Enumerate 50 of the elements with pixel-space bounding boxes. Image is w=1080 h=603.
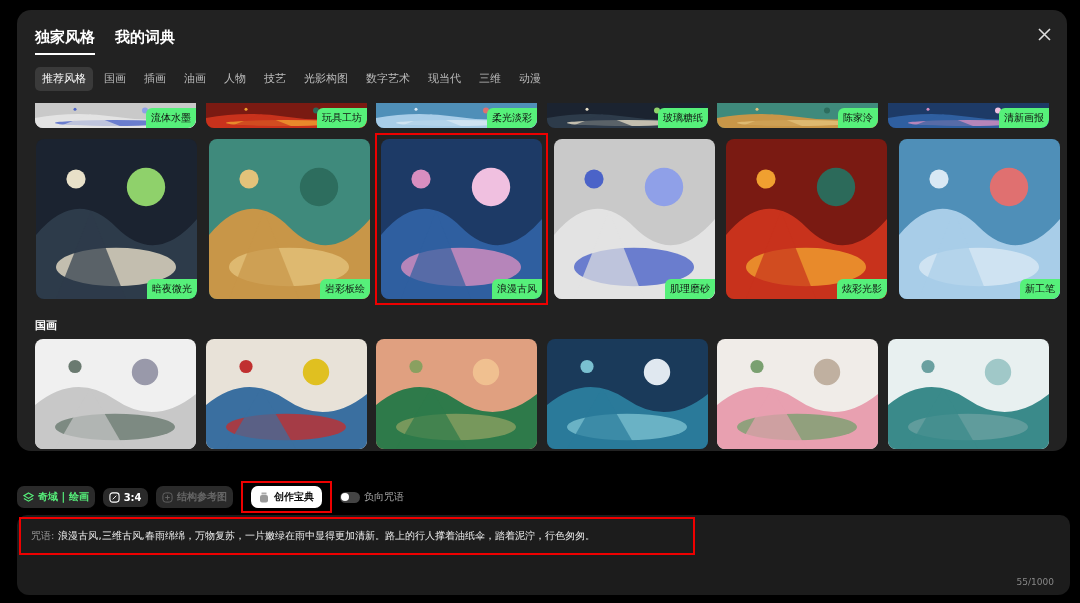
negative-label: 负向咒语 (363, 490, 404, 505)
style-tag: 暗夜微光 (147, 279, 197, 299)
handbook-button[interactable]: 创作宝典 (250, 486, 322, 509)
style-tag: 清新画报 (998, 108, 1049, 128)
style-card[interactable]: 肌理磨砂 (553, 139, 715, 299)
style-card[interactable]: 清新画报 (887, 103, 1049, 128)
style-card[interactable]: 流体水墨 (35, 103, 196, 128)
style-tag: 玩具工坊 (316, 108, 367, 128)
style-tag: 岩彩板绘 (319, 279, 370, 299)
style-tag: 柔光淡彩 (487, 108, 537, 128)
ratio-selector[interactable]: 3:4 (102, 487, 148, 507)
ratio-icon (108, 491, 120, 503)
style-card[interactable]: 玩具工坊 (205, 103, 367, 128)
style-tag: 肌理磨砂 (664, 279, 715, 299)
style-card[interactable]: 新工笔 (898, 139, 1060, 299)
category-chip[interactable]: 三维 (472, 67, 508, 91)
model-label: 奇域 | 绘画 (38, 490, 89, 505)
close-icon[interactable] (1036, 26, 1053, 43)
dialog-tab[interactable]: 独家风格 (35, 28, 95, 55)
category-chip[interactable]: 技艺 (257, 67, 293, 91)
model-selector[interactable]: 奇域 | 绘画 (17, 486, 95, 509)
style-tag: 新工笔 (1019, 279, 1060, 299)
layers-icon (23, 491, 34, 503)
style-tag: 陈家泠 (838, 108, 878, 128)
char-counter: 55/1000 (1016, 577, 1055, 589)
style-card[interactable]: 柔光淡彩 (376, 103, 537, 128)
style-card[interactable]: 陈家泠 (717, 103, 878, 128)
style-tag: 炫彩光影 (837, 279, 887, 299)
category-chip[interactable]: 人物 (217, 67, 253, 91)
style-tag: 玻璃糖纸 (657, 108, 708, 128)
plus-icon (161, 491, 173, 503)
negative-toggle[interactable] (339, 491, 360, 503)
style-card[interactable]: 炫彩光影 (726, 139, 887, 299)
category-chip[interactable]: 光影构图 (297, 67, 355, 91)
category-chip[interactable]: 现当代 (421, 67, 468, 91)
category-chip[interactable]: 国画 (97, 67, 133, 91)
style-card[interactable]: 玻璃糖纸 (546, 103, 708, 128)
category-chip[interactable]: 推荐风格 (35, 67, 93, 91)
category-chip[interactable]: 动漫 (512, 67, 548, 91)
style-tag: 流体水墨 (146, 108, 196, 128)
style-card[interactable]: 暗夜微光 (36, 139, 197, 299)
style-tag: 浪漫古风 (492, 279, 542, 299)
dialog-tab[interactable]: 我的词典 (115, 28, 175, 55)
prompt-field[interactable]: 咒语: 浪漫古风,三维古风,春雨绵绵，万物复苏，一片嫩绿在雨中显得更加清新。路上的行人撑着油纸伞，踏着泥泞，行色匆匆。 (19, 517, 695, 556)
jar-icon (258, 491, 269, 503)
category-chip[interactable]: 数字艺术 (359, 67, 417, 91)
section-title: 国画 (35, 318, 58, 333)
style-card[interactable]: 岩彩板绘 (208, 139, 370, 299)
category-chip[interactable]: 油画 (177, 67, 213, 91)
category-chip[interactable]: 插画 (137, 67, 173, 91)
